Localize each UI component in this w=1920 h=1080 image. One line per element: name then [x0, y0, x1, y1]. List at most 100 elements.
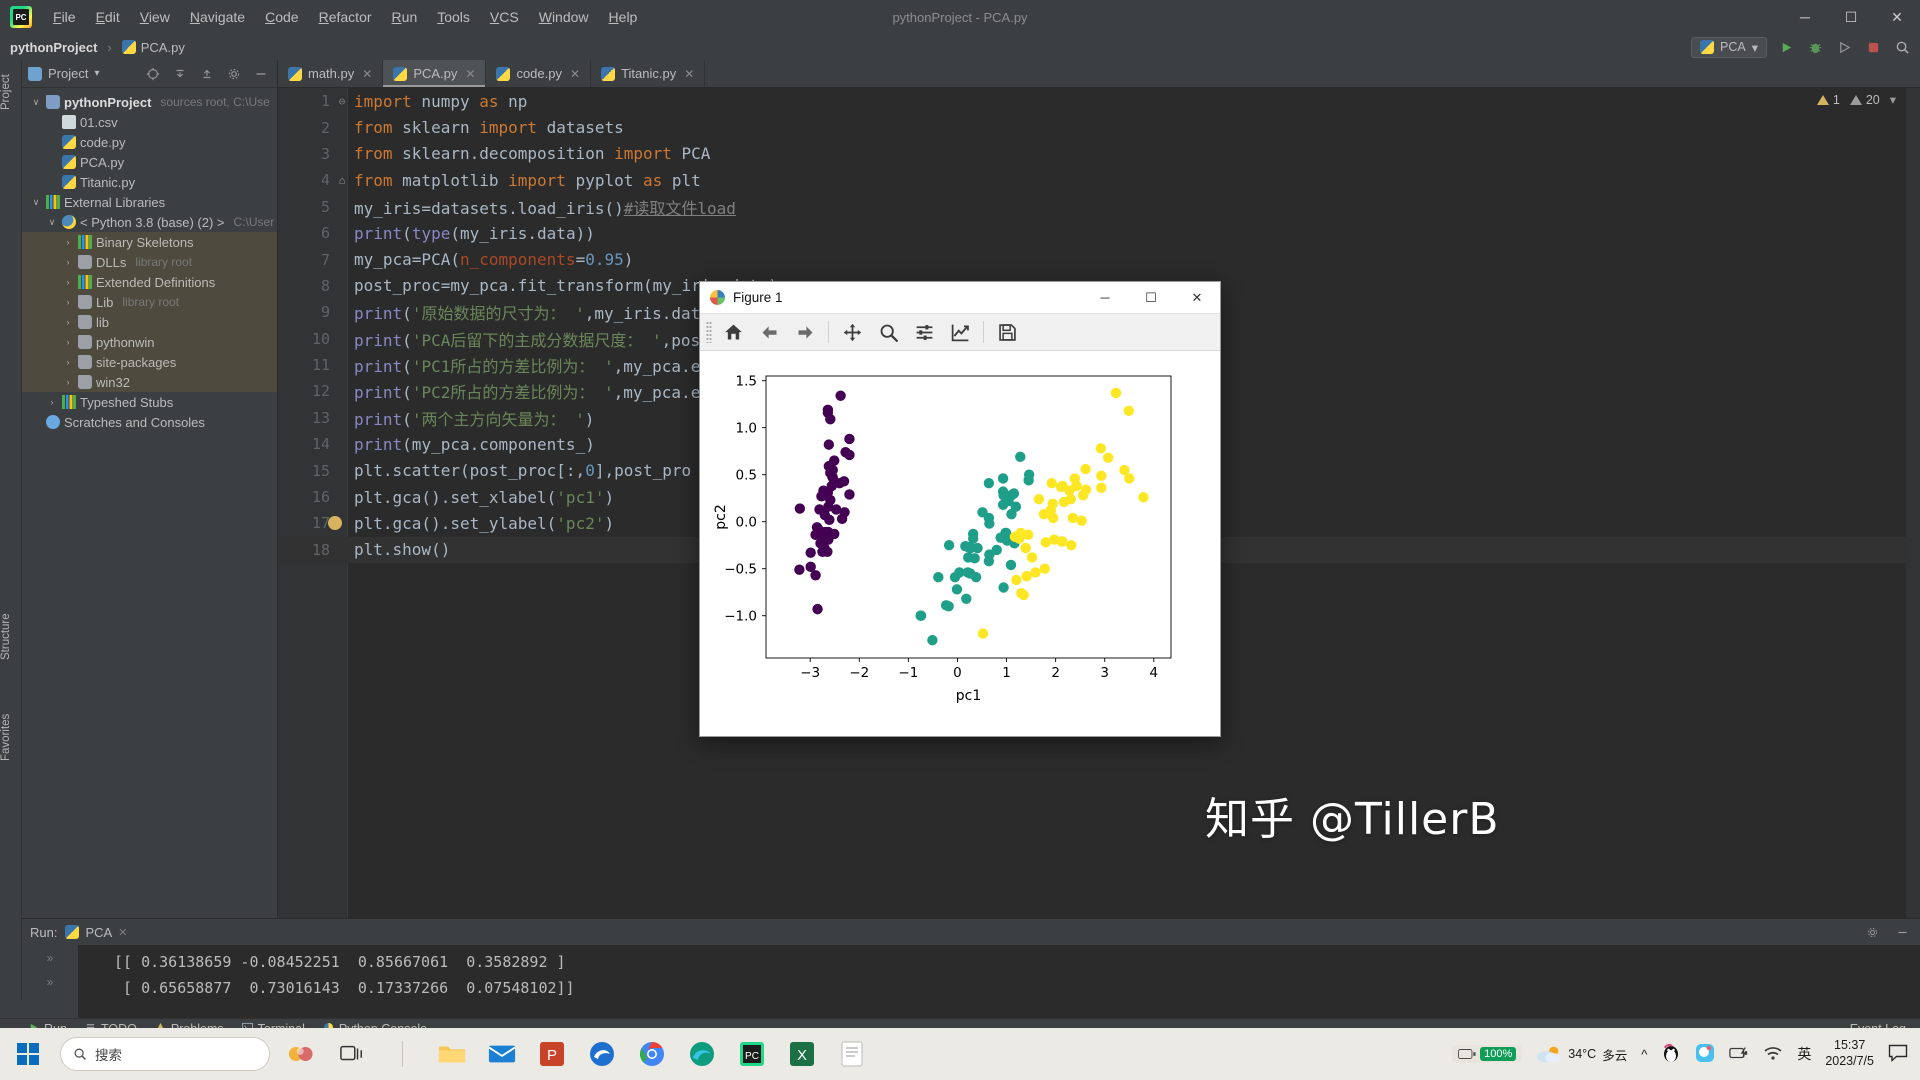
twisty-icon[interactable]: ›: [62, 237, 74, 247]
mail-app[interactable]: [480, 1032, 524, 1076]
close-icon[interactable]: ✕: [570, 67, 580, 81]
debug-button[interactable]: [1805, 37, 1825, 57]
weather-widget[interactable]: 34°C 多云: [1536, 1044, 1627, 1064]
show-hidden-icons-button[interactable]: ^: [1641, 1047, 1647, 1062]
chevron-down-icon[interactable]: ▾: [1890, 92, 1896, 107]
twisty-icon[interactable]: ›: [62, 337, 74, 347]
minimize-button[interactable]: ─: [1782, 0, 1828, 34]
matplotlib-figure-window[interactable]: Figure 1 ─ ☐ ✕ −3 −2 −1 0 1 2 3 4 −1.0 −…: [699, 281, 1221, 737]
edit-axis-icon[interactable]: [943, 317, 977, 347]
close-icon[interactable]: ✕: [118, 926, 127, 939]
tree-item-titanic-py[interactable]: Titanic.py: [22, 172, 277, 192]
menu-item-edit[interactable]: Edit: [87, 5, 129, 29]
notification-center-button[interactable]: [1888, 1044, 1908, 1065]
code-line-5[interactable]: 5 my_iris=datasets.load_iris()#读取文件load: [278, 194, 1920, 220]
menu-item-file[interactable]: File: [44, 5, 85, 29]
tree-item-typeshed-stubs[interactable]: › Typeshed Stubs: [22, 392, 277, 412]
gear-icon[interactable]: [224, 64, 244, 84]
profile-button[interactable]: [1863, 37, 1883, 57]
twisty-icon[interactable]: ∨: [46, 217, 58, 228]
menu-item-run[interactable]: Run: [383, 5, 427, 29]
breadcrumb-file[interactable]: PCA.py: [141, 40, 185, 55]
coverage-button[interactable]: [1834, 37, 1854, 57]
tool-tab-favorites[interactable]: Favorites: [0, 700, 22, 774]
project-pane-title-group[interactable]: Project ▾: [28, 66, 100, 81]
tree-item-code-py[interactable]: code.py: [22, 132, 277, 152]
inspection-gutter[interactable]: [1906, 88, 1920, 1000]
tree-item-site-packages[interactable]: › site-packages: [22, 352, 277, 372]
gear-icon[interactable]: [1862, 922, 1882, 942]
figure-canvas[interactable]: −3 −2 −1 0 1 2 3 4 −1.0 −0.5 0.0 0.5 1.0 1.5 pc1 pc2: [700, 351, 1220, 736]
menu-item-window[interactable]: Window: [530, 5, 598, 29]
warning-count-chip[interactable]: 20: [1849, 93, 1880, 107]
search-input[interactable]: 搜索: [60, 1037, 270, 1071]
zoom-icon[interactable]: [871, 317, 905, 347]
locate-icon[interactable]: [143, 64, 163, 84]
tool-tab-project[interactable]: Project: [0, 64, 22, 120]
battery-indicator[interactable]: 100%: [1452, 1045, 1523, 1063]
editor-tab-code[interactable]: code.py ✕: [486, 60, 592, 87]
power-plug-icon[interactable]: [1729, 1046, 1749, 1063]
forward-arrow-icon[interactable]: [788, 317, 822, 347]
tree-item-pca-py[interactable]: PCA.py: [22, 152, 277, 172]
code-line-4[interactable]: 4 ⌂ from matplotlib import pyplot as plt: [278, 167, 1920, 193]
start-button[interactable]: [0, 1028, 56, 1080]
tree-item-lib[interactable]: › lib: [22, 312, 277, 332]
edge-legacy-app[interactable]: [580, 1032, 624, 1076]
code-line-3[interactable]: 3 from sklearn.decomposition import PCA: [278, 141, 1920, 167]
tree-item-win32[interactable]: › win32: [22, 372, 277, 392]
code-line-6[interactable]: 6 print(type(my_iris.data)): [278, 220, 1920, 246]
code-line-7[interactable]: 7 my_pca=PCA(n_components=0.95): [278, 246, 1920, 272]
file-explorer-app[interactable]: [430, 1032, 474, 1076]
close-icon[interactable]: ✕: [362, 67, 372, 81]
error-count-chip[interactable]: 1: [1816, 93, 1840, 107]
menu-item-code[interactable]: Code: [256, 5, 307, 29]
menu-item-help[interactable]: Help: [600, 5, 647, 29]
pan-icon[interactable]: [835, 317, 869, 347]
tree-item-python-3-8-base-2[interactable]: ∨ < Python 3.8 (base) (2) > C:\User: [22, 212, 277, 232]
run-console-output[interactable]: [[ 0.36138659 -0.08452251 0.85667061 0.3…: [78, 945, 1920, 1018]
figure-maximize-button[interactable]: ☐: [1128, 282, 1174, 314]
editor-tab-titanic[interactable]: Titanic.py ✕: [591, 60, 706, 87]
maximize-button[interactable]: ☐: [1828, 0, 1874, 34]
tree-item-extended-definitions[interactable]: › Extended Definitions: [22, 272, 277, 292]
clock-widget[interactable]: 15:37 2023/7/5: [1825, 1038, 1874, 1069]
twisty-icon[interactable]: ›: [46, 397, 58, 407]
run-configuration-selector[interactable]: PCA ▾: [1691, 36, 1767, 58]
editor-tab-pca[interactable]: PCA.py ✕: [383, 60, 487, 87]
expand-console-icon-2[interactable]: »: [47, 975, 54, 989]
close-icon[interactable]: ✕: [684, 67, 694, 81]
tree-item-external-libraries[interactable]: ∨ External Libraries: [22, 192, 277, 212]
powerpoint-app[interactable]: P: [530, 1032, 574, 1076]
back-arrow-icon[interactable]: [752, 317, 786, 347]
wifi-icon[interactable]: [1763, 1045, 1783, 1064]
excel-app[interactable]: X: [780, 1032, 824, 1076]
code-fold-icon[interactable]: ⌂: [336, 174, 348, 187]
twisty-icon[interactable]: ∨: [30, 97, 42, 108]
tree-item-pythonproject[interactable]: ∨ pythonProject sources root, C:\Use: [22, 92, 277, 112]
qq-tray-icon[interactable]: [1661, 1043, 1681, 1066]
twisty-icon[interactable]: ›: [62, 317, 74, 327]
notepad-app[interactable]: [830, 1032, 874, 1076]
figure-minimize-button[interactable]: ─: [1082, 282, 1128, 314]
taskview-button[interactable]: [330, 1032, 374, 1076]
hide-pane-icon[interactable]: [1892, 922, 1912, 942]
figure-close-button[interactable]: ✕: [1174, 282, 1220, 314]
close-icon[interactable]: ✕: [465, 67, 475, 81]
configure-subplots-icon[interactable]: [907, 317, 941, 347]
search-icon[interactable]: [1892, 37, 1912, 57]
menu-item-refactor[interactable]: Refactor: [310, 5, 381, 29]
code-fold-icon[interactable]: ⊖: [336, 95, 348, 108]
twisty-icon[interactable]: ›: [62, 257, 74, 267]
twisty-icon[interactable]: ›: [62, 297, 74, 307]
chrome-app[interactable]: [630, 1032, 674, 1076]
breadcrumb-project[interactable]: pythonProject: [10, 40, 97, 55]
pycharm-app[interactable]: PC: [730, 1032, 774, 1076]
close-button[interactable]: ✕: [1874, 0, 1920, 34]
tree-item-pythonwin[interactable]: › pythonwin: [22, 332, 277, 352]
home-icon[interactable]: [716, 317, 750, 347]
expand-console-icon[interactable]: »: [47, 951, 54, 965]
menu-item-view[interactable]: View: [131, 5, 179, 29]
expand-all-icon[interactable]: [170, 64, 190, 84]
menu-item-vcs[interactable]: VCS: [481, 5, 528, 29]
